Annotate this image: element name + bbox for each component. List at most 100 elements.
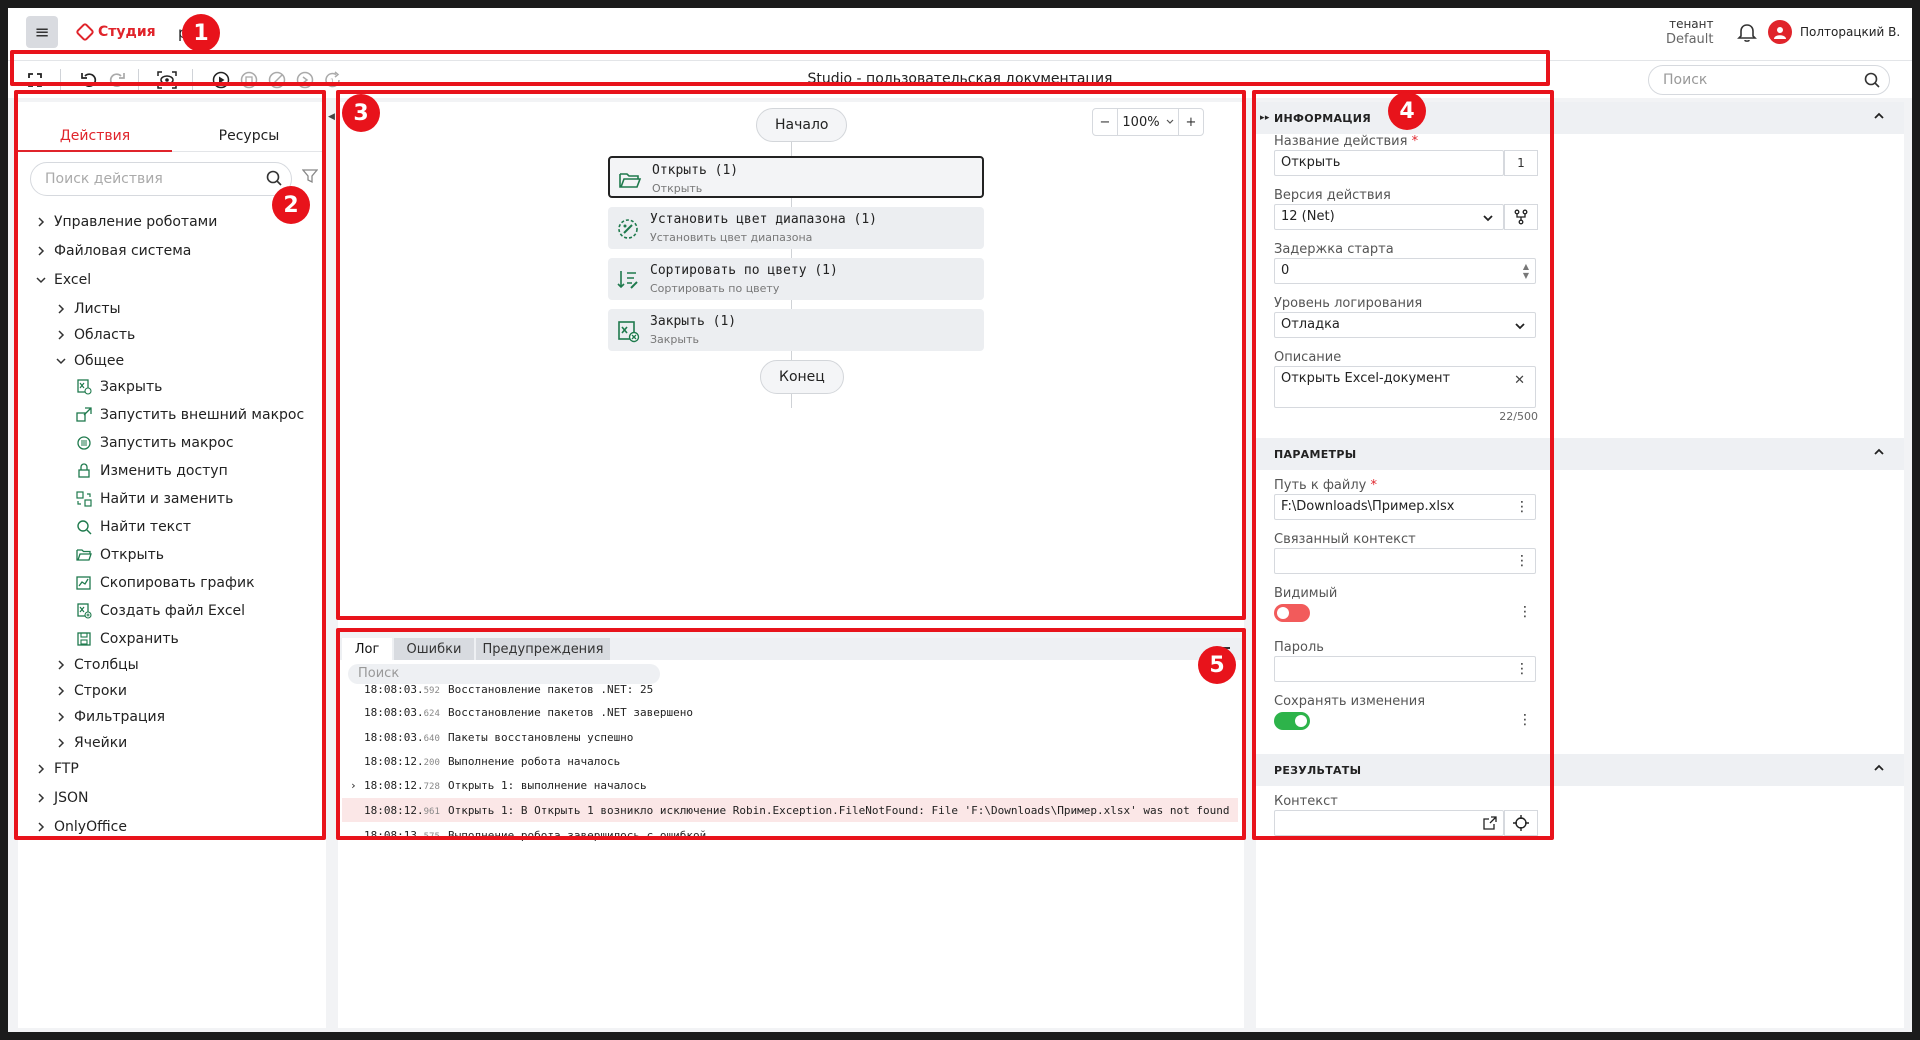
flow-start-node[interactable]: Начало xyxy=(756,108,848,142)
tree-item[interactable]: Изменить доступ xyxy=(76,463,228,479)
tree-item[interactable]: FTP xyxy=(36,761,79,777)
log-level-select[interactable]: Отладка xyxy=(1274,312,1536,338)
tab-resources[interactable]: Ресурсы xyxy=(172,102,326,152)
tree-item[interactable]: Открыть xyxy=(76,547,164,563)
redo-icon[interactable] xyxy=(106,69,128,91)
tree-item[interactable]: Фильтрация xyxy=(56,709,165,725)
chevron-down-icon[interactable] xyxy=(56,356,66,366)
chevron-right-icon[interactable] xyxy=(56,304,66,314)
tree-item[interactable]: Столбцы xyxy=(56,657,139,673)
tree-item[interactable]: Найти и заменить xyxy=(76,491,233,507)
version-select[interactable]: 12 (Net) xyxy=(1274,204,1504,230)
action-search-input[interactable]: Поиск действия xyxy=(30,162,292,196)
tree-item[interactable]: Закрыть xyxy=(76,379,162,395)
action-name-field[interactable]: Открыть xyxy=(1274,150,1504,176)
tree-item[interactable]: Скопировать график xyxy=(76,575,255,591)
more-options-icon[interactable]: ⋮ xyxy=(1515,499,1529,515)
chevron-right-icon[interactable] xyxy=(36,246,46,256)
flow-end-node[interactable]: Конец xyxy=(760,360,844,394)
flow-node-close[interactable]: Закрыть (1) Закрыть xyxy=(608,309,984,351)
zoom-out-button[interactable]: − xyxy=(1093,109,1117,135)
hamburger-menu-button[interactable]: ≡ xyxy=(26,16,58,48)
global-search-input[interactable]: Поиск xyxy=(1648,65,1890,95)
more-options-icon[interactable]: ⋮ xyxy=(1515,553,1529,569)
chevron-up-icon[interactable] xyxy=(1874,448,1884,456)
log-line[interactable]: › 18:08:12.728 Открыть 1: выполнение начал… xyxy=(342,773,1238,797)
zoom-level-select[interactable]: 100% xyxy=(1117,109,1179,135)
more-options-icon[interactable]: ⋮ xyxy=(1515,661,1529,677)
collapse-left-panel-icon[interactable]: ◀ xyxy=(328,112,335,122)
tree-item[interactable]: Область xyxy=(56,327,135,343)
stepper-arrows-icon[interactable]: ▲ ▼ xyxy=(1523,262,1529,280)
chevron-right-icon[interactable] xyxy=(36,217,46,227)
export-icon[interactable] xyxy=(1483,816,1497,830)
search-icon[interactable] xyxy=(265,169,283,187)
flow-node-sort-by-color[interactable]: Сортировать по цвету (1) Сортировать по … xyxy=(608,258,984,300)
file-path-field[interactable]: F:\Downloads\Пример.xlsx ⋮ xyxy=(1274,494,1536,520)
more-options-icon[interactable]: ⋮ xyxy=(1518,712,1532,728)
tree-item[interactable]: Найти текст xyxy=(76,519,191,535)
chevron-right-icon[interactable]: › xyxy=(350,779,357,792)
tree-item[interactable]: Строки xyxy=(56,683,127,699)
chevron-right-icon[interactable] xyxy=(56,660,66,670)
tree-item[interactable]: Создать файл Excel xyxy=(76,603,245,619)
cancel-icon[interactable] xyxy=(266,69,288,91)
flow-node-open[interactable]: Открыть (1) Открыть xyxy=(608,156,984,198)
search-icon[interactable] xyxy=(1863,71,1881,89)
tree-item[interactable]: Общее xyxy=(56,353,124,369)
app-logo[interactable]: Студия xyxy=(75,22,156,42)
zoom-in-button[interactable]: + xyxy=(1179,109,1203,135)
workflow-canvas[interactable]: − 100% + Начало Открыть (1) Открыть Уста… xyxy=(338,102,1244,628)
chevron-right-icon[interactable] xyxy=(56,330,66,340)
tab-errors[interactable]: Ошибки xyxy=(394,638,474,660)
chevron-right-icon[interactable] xyxy=(56,686,66,696)
more-options-icon[interactable]: ⋮ xyxy=(1518,604,1532,620)
chevron-up-icon[interactable] xyxy=(1874,112,1884,120)
tree-item[interactable]: Управление роботами xyxy=(36,214,217,230)
flow-node-set-range-color[interactable]: Установить цвет диапазона (1) Установить… xyxy=(608,207,984,249)
tree-item[interactable]: Запустить внешний макрос xyxy=(76,407,304,423)
filter-icon[interactable] xyxy=(302,168,318,184)
tree-item[interactable]: Сохранить xyxy=(76,631,179,647)
run-icon[interactable] xyxy=(210,69,232,91)
step-into-icon[interactable]: 1 xyxy=(322,69,344,91)
user-menu[interactable]: Полторацкий В. xyxy=(1768,20,1900,44)
tree-item[interactable]: Excel xyxy=(36,272,91,288)
params-section-header[interactable]: ПАРАМЕТРЫ xyxy=(1256,438,1904,470)
delay-stepper[interactable]: 0 ▲ ▼ xyxy=(1274,258,1536,284)
tree-item[interactable]: Ячейки xyxy=(56,735,127,751)
chevron-right-icon[interactable] xyxy=(56,712,66,722)
tree-item[interactable]: Листы xyxy=(56,301,121,317)
version-branch-button[interactable] xyxy=(1504,204,1538,230)
undo-icon[interactable] xyxy=(78,69,100,91)
visible-toggle[interactable] xyxy=(1274,604,1310,622)
result-context-field[interactable] xyxy=(1274,810,1504,836)
tab-actions[interactable]: Действия xyxy=(18,102,172,152)
chevron-right-icon[interactable] xyxy=(36,822,46,832)
password-field[interactable]: ⋮ xyxy=(1274,656,1536,682)
description-textarea[interactable]: Открыть Excel-документ ✕ xyxy=(1274,366,1536,408)
notification-bell-icon[interactable] xyxy=(1736,22,1758,44)
stop-icon[interactable] xyxy=(238,69,260,91)
tab-warnings[interactable]: Предупреждения xyxy=(476,638,610,660)
preview-eye-icon[interactable] xyxy=(156,69,178,91)
step-over-icon[interactable] xyxy=(294,69,316,91)
expand-panel-icon[interactable]: ▸▸ xyxy=(1260,113,1270,123)
results-section-header[interactable]: РЕЗУЛЬТАТЫ xyxy=(1256,754,1904,786)
save-changes-toggle[interactable] xyxy=(1274,712,1310,730)
linked-context-field[interactable]: ⋮ xyxy=(1274,548,1536,574)
chevron-right-icon[interactable] xyxy=(36,764,46,774)
chevron-right-icon[interactable] xyxy=(56,738,66,748)
clear-icon[interactable]: ✕ xyxy=(1514,373,1525,388)
action-index-field[interactable]: 1 xyxy=(1504,150,1538,176)
fullscreen-icon[interactable] xyxy=(24,69,46,91)
chevron-down-icon[interactable] xyxy=(36,275,46,285)
tree-item[interactable]: JSON xyxy=(36,790,89,806)
tree-item[interactable]: OnlyOffice xyxy=(36,819,127,835)
target-picker-button[interactable] xyxy=(1504,810,1538,836)
log-search-input[interactable]: Поиск xyxy=(348,664,660,684)
tab-log[interactable]: Лог xyxy=(342,638,392,660)
chevron-up-icon[interactable] xyxy=(1874,764,1884,772)
tenant-info[interactable]: тенант Default xyxy=(1666,16,1714,48)
tree-item[interactable]: Запустить макрос xyxy=(76,435,234,451)
